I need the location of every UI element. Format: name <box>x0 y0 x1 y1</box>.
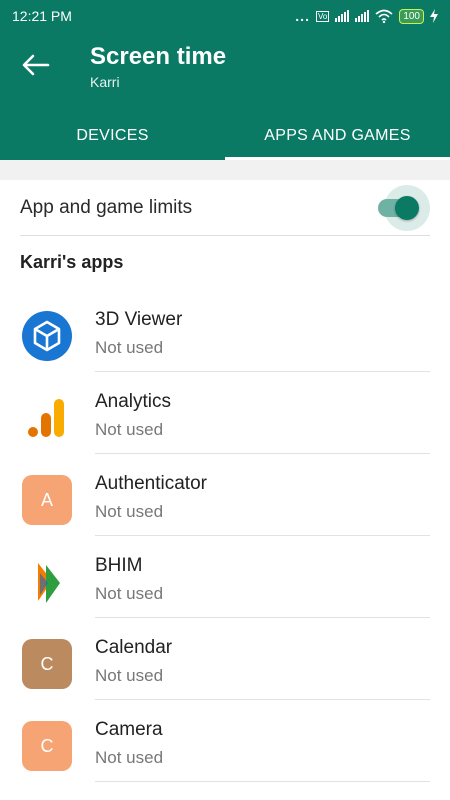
charging-icon <box>430 9 438 23</box>
tab-apps-and-games[interactable]: APPS AND GAMES <box>225 112 450 160</box>
notification-dots: ... <box>295 8 310 24</box>
tab-devices[interactable]: DEVICES <box>0 112 225 160</box>
app-limits-toggle[interactable] <box>378 185 430 231</box>
app-name: Camera <box>95 719 163 740</box>
app-icon-letter: C <box>40 653 54 674</box>
app-row-analytics[interactable]: Analytics Not used <box>0 372 450 454</box>
app-icon-letter: A <box>40 489 53 510</box>
letter-icon: C <box>22 721 72 771</box>
apps-section-title: Karri's apps <box>20 252 124 272</box>
app-status: Not used <box>95 338 164 357</box>
app-name: Calendar <box>95 637 173 658</box>
section-gap <box>0 160 450 180</box>
app-name: 3D Viewer <box>95 309 183 330</box>
app-limits-row[interactable]: App and game limits <box>0 180 450 236</box>
app-status: Not used <box>95 502 164 521</box>
app-status: Not used <box>95 748 164 767</box>
status-icons: ... Vo 100 <box>295 8 438 24</box>
wifi-icon <box>375 9 393 23</box>
signal-icon-2 <box>355 10 370 22</box>
app-row-3d-viewer[interactable]: 3D Viewer Not used <box>0 290 450 372</box>
battery-icon: 100 <box>399 8 424 24</box>
app-name: BHIM <box>95 555 143 576</box>
app-name: Authenticator <box>95 473 207 494</box>
letter-icon: C <box>22 639 72 689</box>
row-divider <box>95 781 430 782</box>
app-row-bhim[interactable]: BHIM Not used <box>0 536 450 618</box>
app-status: Not used <box>95 420 164 439</box>
analytics-icon <box>22 393 72 443</box>
app-row-authenticator[interactable]: A Authenticator Not used <box>0 454 450 536</box>
status-bar: 12:21 PM ... Vo 100 <box>0 0 450 32</box>
back-arrow-icon[interactable] <box>18 52 54 78</box>
app-list: 3D Viewer Not used Analytics Not used A … <box>0 290 450 782</box>
app-row-calendar[interactable]: C Calendar Not used <box>0 618 450 700</box>
page-subtitle: Karri <box>90 74 120 90</box>
app-row-camera[interactable]: C Camera Not used <box>0 700 450 782</box>
app-bar: Screen time Karri DEVICES APPS AND GAMES <box>0 32 450 160</box>
bhim-icon <box>22 557 72 607</box>
letter-icon: A <box>22 475 72 525</box>
volte-icon: Vo <box>315 10 330 22</box>
app-limits-label: App and game limits <box>20 197 193 218</box>
divider <box>20 235 430 236</box>
status-time: 12:21 PM <box>12 8 72 24</box>
app-name: Analytics <box>95 391 172 412</box>
app-status: Not used <box>95 666 164 685</box>
app-status: Not used <box>95 584 164 603</box>
cube-icon <box>22 311 72 361</box>
tab-bar: DEVICES APPS AND GAMES <box>0 112 450 160</box>
signal-icon <box>335 10 350 22</box>
app-icon-letter: C <box>40 735 54 756</box>
toggle-thumb <box>395 196 419 220</box>
page-title: Screen time <box>90 43 227 70</box>
